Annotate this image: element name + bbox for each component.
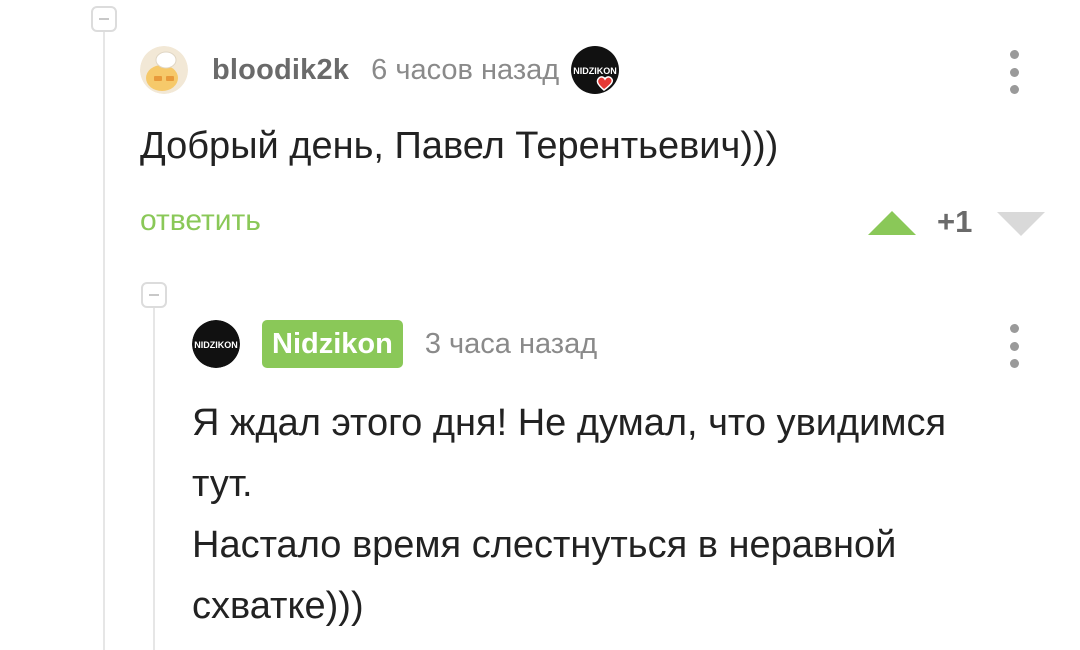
svg-text:NIDZIKON: NIDZIKON	[194, 340, 238, 350]
comment-header: bloodik2k 6 часов назад NIDZIKON	[140, 44, 620, 96]
more-options-icon[interactable]	[1004, 50, 1024, 94]
collapse-thread-button[interactable]	[91, 6, 117, 32]
reply-more-options-icon[interactable]	[1004, 324, 1024, 368]
user-avatar[interactable]	[140, 46, 188, 94]
vote-down-icon[interactable]	[997, 212, 1045, 236]
timestamp[interactable]: 6 часов назад	[371, 54, 559, 87]
reply-button[interactable]: ответить	[140, 204, 261, 238]
reply-text: Я ждал этого дня! Не думал, что увидимся…	[192, 402, 947, 627]
comment-rating: +1	[937, 204, 973, 239]
nidzikon-avatar-icon: NIDZIKON	[192, 320, 240, 368]
cartoon-head-avatar-icon	[140, 46, 188, 94]
comment-text: Добрый день, Павел Терентьевич)))	[140, 125, 779, 167]
vote-up-icon[interactable]	[868, 211, 916, 235]
reply-username[interactable]: Nidzikon	[262, 320, 403, 368]
collapse-reply-button[interactable]	[141, 282, 167, 308]
reply-timestamp[interactable]: 3 часа назад	[425, 328, 597, 361]
svg-text:NIDZIKON: NIDZIKON	[573, 66, 617, 76]
reply-author-mini-avatar[interactable]: NIDZIKON	[571, 46, 620, 94]
username[interactable]: bloodik2k	[212, 54, 349, 87]
thread-line-outer	[103, 30, 105, 650]
nidzikon-logo-icon: NIDZIKON	[571, 46, 620, 94]
reply-user-avatar[interactable]: NIDZIKON	[192, 320, 240, 368]
reply-header: NIDZIKON Nidzikon 3 часа назад	[192, 318, 597, 370]
thread-line-inner	[153, 305, 155, 650]
